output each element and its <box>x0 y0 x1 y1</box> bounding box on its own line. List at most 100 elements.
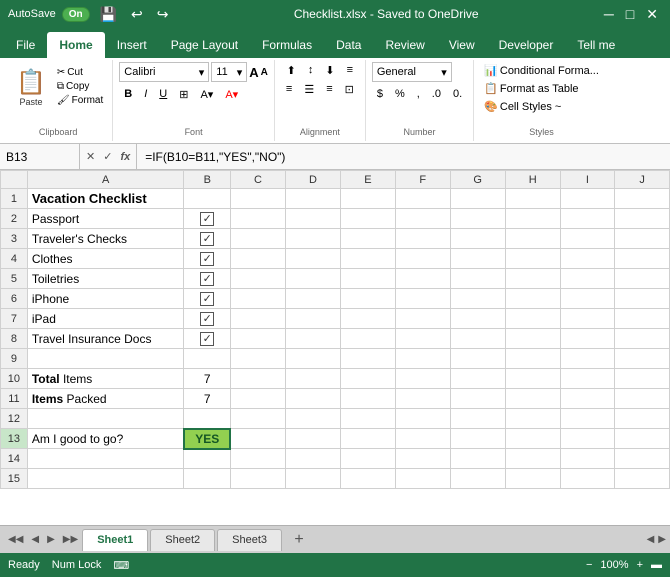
row-header-14[interactable]: 14 <box>1 449 28 469</box>
cell-a11[interactable]: Items Packed <box>27 389 184 409</box>
tab-tell-me[interactable]: Tell me <box>565 32 627 58</box>
italic-button[interactable]: I <box>139 86 152 103</box>
sheet-tab-sheet1[interactable]: Sheet1 <box>82 529 148 551</box>
align-bottom-button[interactable]: ⬇ <box>320 62 339 79</box>
cell-a4[interactable]: Clothes <box>27 249 184 269</box>
tab-review[interactable]: Review <box>373 32 436 58</box>
fill-color-button[interactable]: A▾ <box>195 86 218 103</box>
cell-a1[interactable]: Vacation Checklist <box>27 189 184 209</box>
comma-button[interactable]: , <box>412 86 425 102</box>
cell-a12[interactable] <box>27 409 184 429</box>
cell-i2[interactable] <box>560 209 615 229</box>
increase-decimal-button[interactable]: .0 <box>427 86 446 102</box>
redo-icon[interactable]: ↪ <box>153 4 173 25</box>
tab-formulas[interactable]: Formulas <box>250 32 324 58</box>
col-header-i[interactable]: I <box>560 171 615 189</box>
row-header-3[interactable]: 3 <box>1 229 28 249</box>
tab-home[interactable]: Home <box>47 32 104 58</box>
percent-button[interactable]: % <box>390 86 410 102</box>
formula-input[interactable]: =IF(B10=B11,"YES","NO") <box>137 148 670 166</box>
font-color-button[interactable]: A▾ <box>220 86 243 103</box>
align-center-button[interactable]: ☰ <box>299 81 319 98</box>
cell-b11[interactable]: 7 <box>184 389 231 409</box>
row-header-13[interactable]: 13 <box>1 429 28 449</box>
cell-b4[interactable]: ✓ <box>184 249 231 269</box>
cell-a5[interactable]: Toiletries <box>27 269 184 289</box>
sheet-nav-next[interactable]: ▶ <box>43 532 59 547</box>
zoom-slider[interactable]: ▬ <box>651 559 662 571</box>
sheet-nav-last[interactable]: ▶▶ <box>59 532 82 547</box>
cell-g1[interactable] <box>450 189 505 209</box>
cell-a15[interactable] <box>27 469 184 489</box>
sheet-nav-first[interactable]: ◀◀ <box>4 532 27 547</box>
cell-b3[interactable]: ✓ <box>184 229 231 249</box>
row-header-8[interactable]: 8 <box>1 329 28 349</box>
add-sheet-button[interactable]: + <box>288 529 310 551</box>
sheet-grid[interactable]: A B C D E F G H I J 1 Vacation Checklist <box>0 170 670 525</box>
bold-button[interactable]: B <box>119 86 137 103</box>
tab-data[interactable]: Data <box>324 32 373 58</box>
cell-b7[interactable]: ✓ <box>184 309 231 329</box>
cell-a6[interactable]: iPhone <box>27 289 184 309</box>
cell-a13[interactable]: Am I good to go? <box>27 429 184 449</box>
row-header-6[interactable]: 6 <box>1 289 28 309</box>
autosave-toggle[interactable]: On <box>62 7 90 22</box>
decrease-font-size-button[interactable]: A <box>261 67 268 78</box>
scrollbar-left[interactable]: ◀ <box>647 534 655 545</box>
row-header-5[interactable]: 5 <box>1 269 28 289</box>
conditional-formatting-button[interactable]: 📊 Conditional Forma... <box>480 62 603 79</box>
confirm-formula-icon[interactable]: ✓ <box>101 150 114 163</box>
row-header-1[interactable]: 1 <box>1 189 28 209</box>
close-icon[interactable]: ✕ <box>642 4 662 25</box>
restore-icon[interactable]: □ <box>622 4 638 24</box>
format-as-table-button[interactable]: 📋 Format as Table <box>480 80 603 97</box>
col-header-h[interactable]: H <box>505 171 560 189</box>
cell-c2[interactable] <box>230 209 285 229</box>
cell-b6[interactable]: ✓ <box>184 289 231 309</box>
cell-a10[interactable]: Total Items <box>27 369 184 389</box>
cell-b2[interactable]: ✓ <box>184 209 231 229</box>
cell-a3[interactable]: Traveler's Checks <box>27 229 184 249</box>
font-size-selector[interactable]: 11▾ <box>211 62 247 82</box>
cell-a2[interactable]: Passport <box>27 209 184 229</box>
cell-h1[interactable] <box>505 189 560 209</box>
cell-a8[interactable]: Travel Insurance Docs <box>27 329 184 349</box>
cell-a9[interactable] <box>27 349 184 369</box>
cell-j2[interactable] <box>615 209 670 229</box>
insert-function-icon[interactable]: fx <box>118 151 132 163</box>
sheet-tab-sheet3[interactable]: Sheet3 <box>217 529 282 551</box>
increase-font-size-button[interactable]: A <box>249 65 258 80</box>
cell-f2[interactable] <box>395 209 450 229</box>
align-top-button[interactable]: ⬆ <box>282 62 301 79</box>
row-header-10[interactable]: 10 <box>1 369 28 389</box>
decrease-decimal-button[interactable]: 0. <box>448 86 467 102</box>
cut-button[interactable]: ✂ Cut <box>54 66 106 79</box>
tab-page-layout[interactable]: Page Layout <box>159 32 250 58</box>
undo-icon[interactable]: ↩ <box>127 4 147 25</box>
align-left-button[interactable]: ≡ <box>281 81 297 98</box>
tab-view[interactable]: View <box>437 32 487 58</box>
wrap-text-button[interactable]: ≡ <box>342 62 358 79</box>
col-header-b[interactable]: B <box>184 171 231 189</box>
col-header-f[interactable]: F <box>395 171 450 189</box>
row-header-15[interactable]: 15 <box>1 469 28 489</box>
col-header-d[interactable]: D <box>285 171 340 189</box>
currency-button[interactable]: $ <box>372 86 388 102</box>
cell-e2[interactable] <box>340 209 395 229</box>
tab-insert[interactable]: Insert <box>105 32 159 58</box>
cell-a14[interactable] <box>27 449 184 469</box>
minimize-icon[interactable]: ─ <box>600 4 618 24</box>
row-header-7[interactable]: 7 <box>1 309 28 329</box>
cancel-formula-icon[interactable]: ✕ <box>84 150 97 163</box>
cell-h2[interactable] <box>505 209 560 229</box>
font-name-selector[interactable]: Calibri▾ <box>119 62 209 82</box>
format-painter-button[interactable]: 🖌 Format <box>54 94 106 107</box>
align-right-button[interactable]: ≡ <box>321 81 337 98</box>
cell-i1[interactable] <box>560 189 615 209</box>
row-header-11[interactable]: 11 <box>1 389 28 409</box>
cell-e1[interactable] <box>340 189 395 209</box>
col-header-a[interactable]: A <box>27 171 184 189</box>
cell-b8[interactable]: ✓ <box>184 329 231 349</box>
row-header-4[interactable]: 4 <box>1 249 28 269</box>
zoom-out-button[interactable]: − <box>586 559 592 571</box>
